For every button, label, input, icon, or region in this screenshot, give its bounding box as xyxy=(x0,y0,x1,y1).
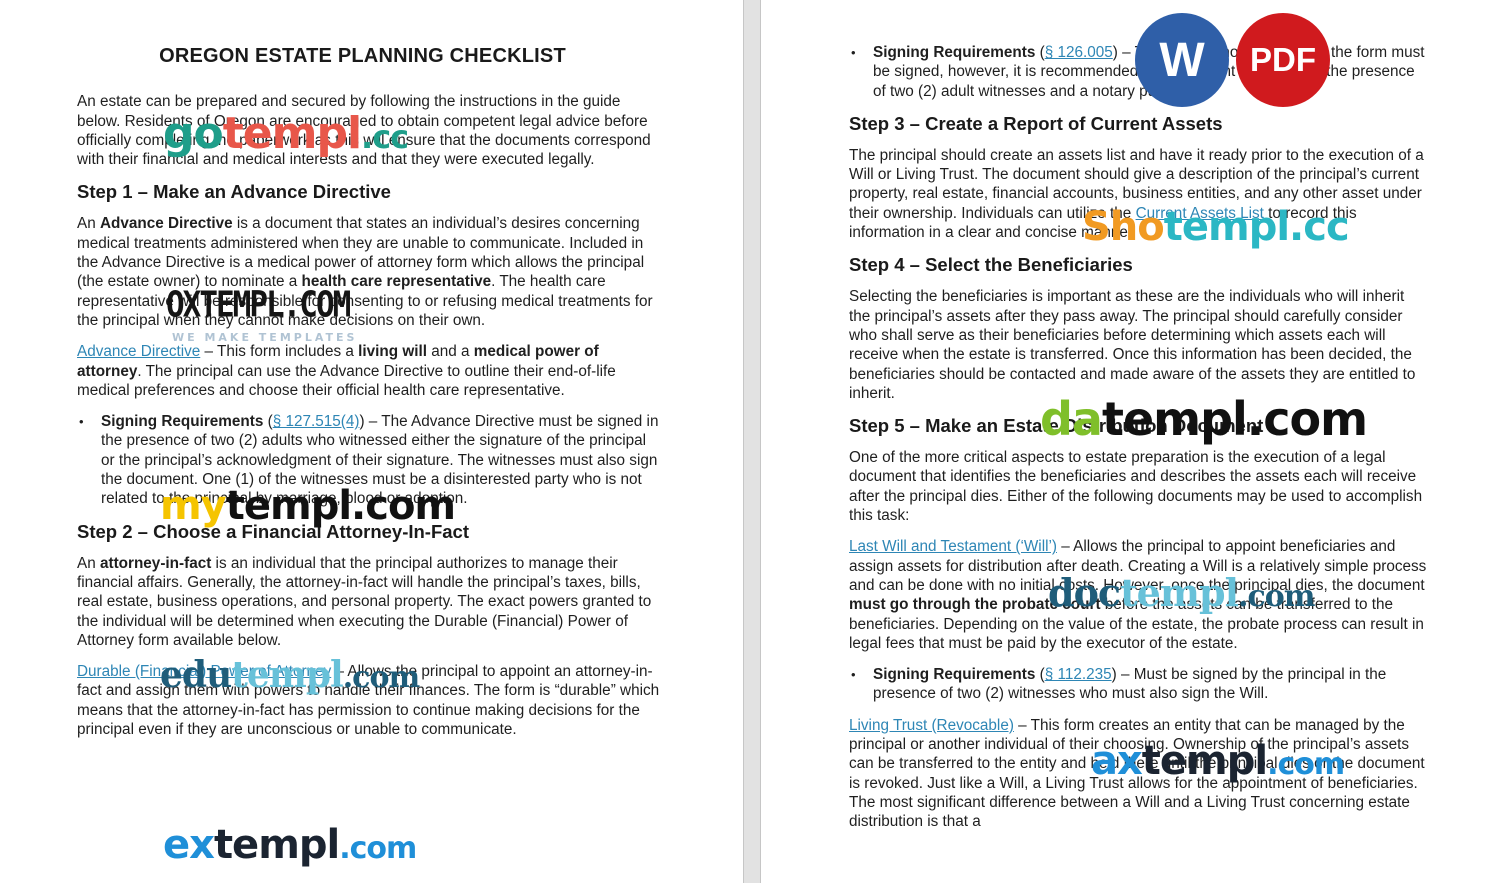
bold-term: Signing Requirements xyxy=(101,413,264,431)
current-assets-list-link[interactable]: Current Assets List xyxy=(1136,205,1264,222)
statute-112-235-link[interactable]: § 112.235 xyxy=(1045,666,1112,683)
page-gutter xyxy=(743,0,761,883)
bold-term: Signing Requirements xyxy=(873,666,1036,684)
page-left-content: OREGON ESTATE PLANNING CHECKLIST An esta… xyxy=(77,44,662,751)
step5-bullet-list: • Signing Requirements (§ 112.235) – Must… xyxy=(849,665,1429,704)
step3-heading: Step 3 – Create a Report of Current Asse… xyxy=(849,112,1223,134)
text: ( xyxy=(263,413,273,431)
text: . The principal can use the Advance Dire… xyxy=(77,362,616,399)
step4-paragraph: Selecting the beneficiaries is important… xyxy=(849,288,1416,402)
last-will-link[interactable]: Last Will and Testament (‘Will’) xyxy=(849,538,1057,555)
bold-term: Advance Directive xyxy=(99,215,233,233)
living-trust-paragraph: Living Trust (Revocable) – This form cre… xyxy=(849,716,1429,832)
intro-paragraph: An estate can be prepared and secured by… xyxy=(77,93,651,169)
step3-paragraph: The principal should create an assets li… xyxy=(849,146,1429,242)
step2-heading: Step 2 – Choose a Financial Attorney-In-… xyxy=(77,520,469,542)
step5-heading: Step 5 – Make an Estate Distribution Doc… xyxy=(849,415,1264,437)
text: An xyxy=(77,554,100,572)
document-page-left: OREGON ESTATE PLANNING CHECKLIST An esta… xyxy=(0,0,743,883)
word-format-icon[interactable]: W xyxy=(1135,13,1229,107)
bold-term: attorney-in-fact xyxy=(99,554,212,572)
step5-paragraph: One of the more critical aspects to esta… xyxy=(849,449,1423,525)
text: An xyxy=(77,215,100,233)
advance-directive-link[interactable]: Advance Directive xyxy=(77,343,200,360)
step1-bullet-list: • Signing Requirements (§ 127.515(4)) – T… xyxy=(77,412,662,508)
bold-term: must go through the probate court xyxy=(849,596,1101,614)
will-paragraph: Last Will and Testament (‘Will’) – Allow… xyxy=(849,537,1429,653)
step5-signing-requirements: • Signing Requirements (§ 112.235) – Must… xyxy=(851,665,1429,704)
statute-126-005-link[interactable]: § 126.005 xyxy=(1045,44,1113,61)
advance-directive-paragraph: Advance Directive – This form includes a… xyxy=(77,342,662,400)
step1-heading: Step 1 – Make an Advance Directive xyxy=(77,181,391,203)
pdf-format-icon[interactable]: PDF xyxy=(1236,13,1330,107)
bullet-icon: • xyxy=(851,667,856,683)
text: ( xyxy=(1035,44,1045,61)
durable-poa-paragraph: Durable (Financial) Power of Attorney – … xyxy=(77,662,662,739)
step1-paragraph: An Advance Directive is a document that … xyxy=(77,214,662,330)
step4-heading: Step 4 – Select the Beneficiaries xyxy=(849,254,1133,276)
bullet-icon: • xyxy=(851,45,856,60)
text: and a xyxy=(426,343,474,361)
statute-127-515-link[interactable]: § 127.515(4) xyxy=(273,413,360,430)
bold-term: living will xyxy=(358,343,427,361)
document-page-right: •Signing Requirements (§ 126.005) – The … xyxy=(761,0,1493,883)
text: – This form includes a xyxy=(200,343,359,361)
living-trust-link[interactable]: Living Trust (Revocable) xyxy=(849,717,1014,734)
text: ( xyxy=(1035,666,1045,684)
step1-signing-requirements: • Signing Requirements (§ 127.515(4)) – T… xyxy=(79,412,662,508)
document-title: OREGON ESTATE PLANNING CHECKLIST xyxy=(159,45,566,67)
bold-term: Signing Requirements xyxy=(873,44,1036,61)
page-right-content: •Signing Requirements (§ 126.005) – The … xyxy=(849,43,1429,844)
bullet-icon: • xyxy=(79,414,84,430)
bold-term: health care representative xyxy=(301,273,492,291)
durable-poa-link[interactable]: Durable (Financial) Power of Attorney xyxy=(77,663,331,680)
step2-paragraph: An attorney-in-fact is an individual tha… xyxy=(77,554,662,650)
